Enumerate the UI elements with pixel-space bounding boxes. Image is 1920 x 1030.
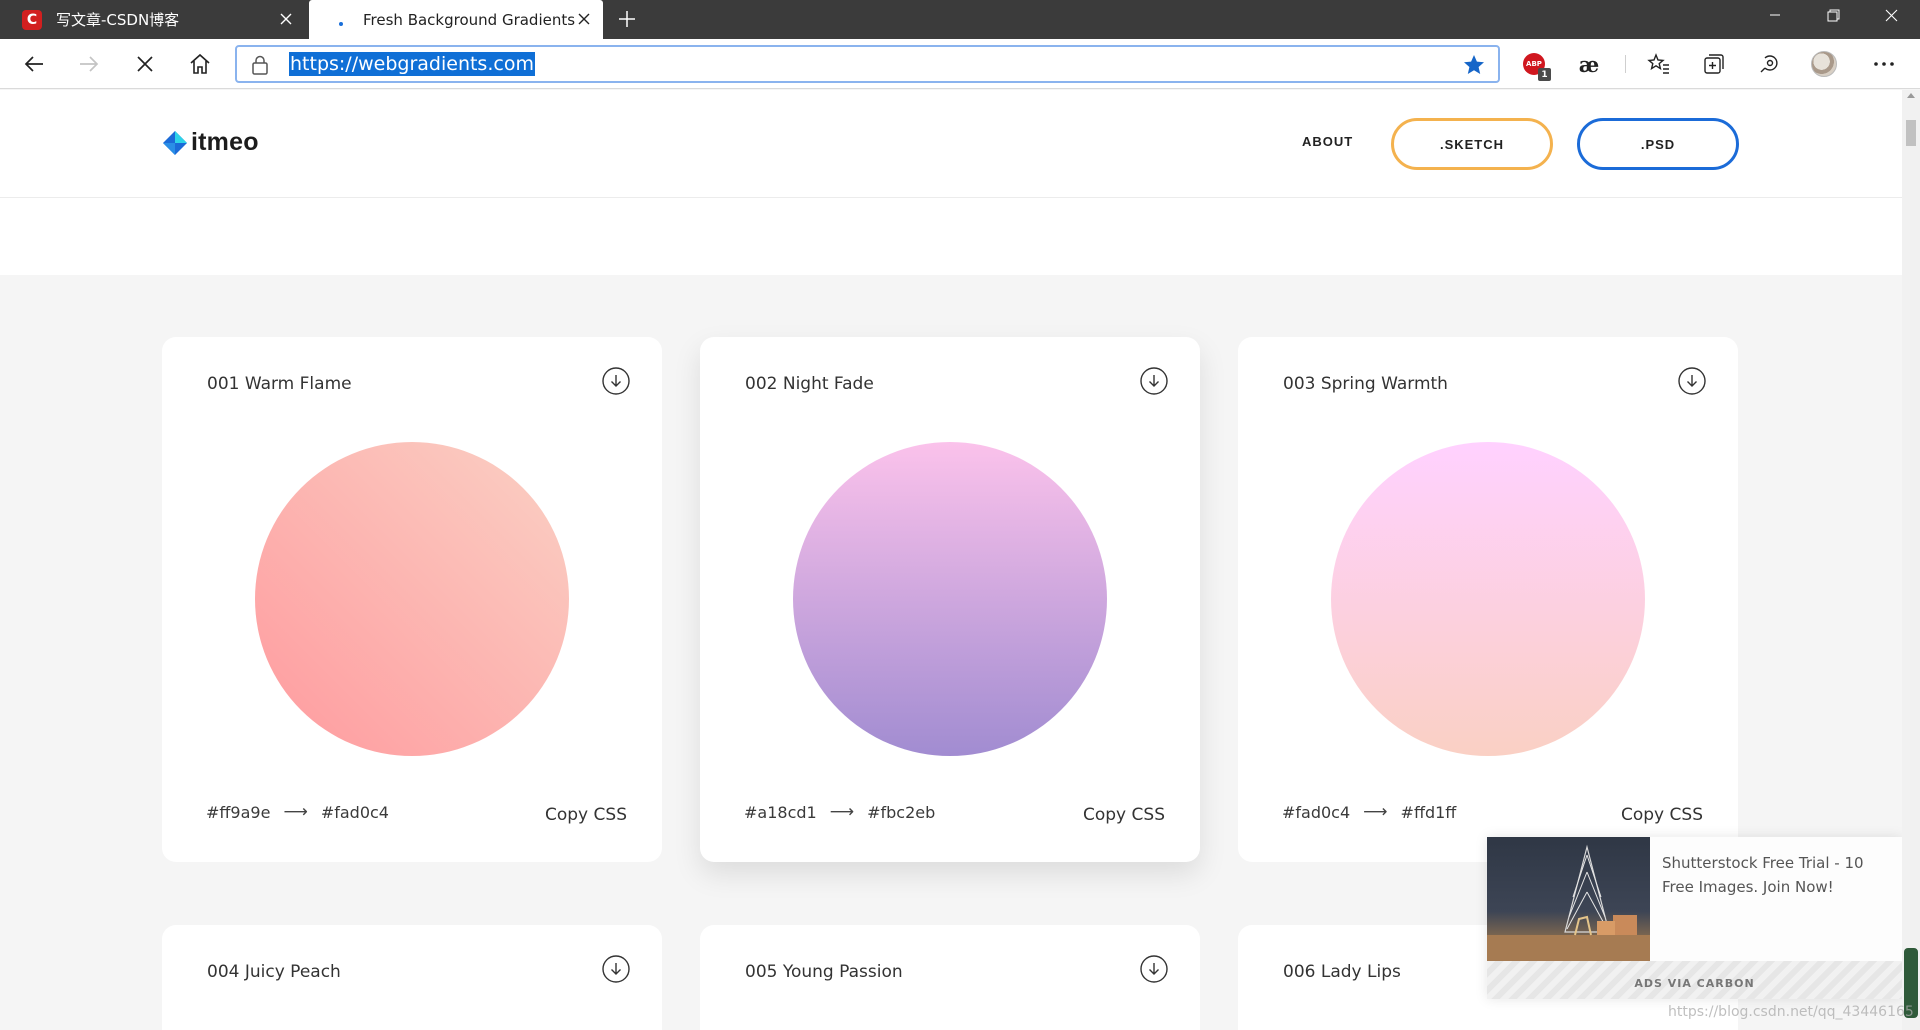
color-from[interactable]: #fad0c4 (1282, 803, 1350, 822)
gradient-name: 001 Warm Flame (207, 374, 352, 394)
sketch-download-button[interactable]: .SKETCH (1391, 118, 1553, 170)
ae-extension-icon[interactable]: æ (1575, 50, 1603, 78)
color-from[interactable]: #a18cd1 (744, 803, 817, 822)
arrow-right-icon: ⟶ (283, 802, 308, 822)
copy-css-button[interactable]: Copy CSS (1621, 805, 1703, 825)
toolbar-divider (1625, 55, 1626, 73)
tab-title: 写文章-CSDN博客 (56, 11, 180, 29)
avatar (1811, 51, 1837, 77)
csdn-favicon-icon: C (22, 9, 42, 30)
nav-about-link[interactable]: ABOUT (1302, 134, 1353, 149)
scroll-thumb[interactable] (1906, 120, 1916, 146)
tab-webgradients[interactable]: Fresh Background Gradients | We (309, 0, 603, 39)
download-icon[interactable] (1678, 367, 1706, 395)
profile-avatar[interactable] (1810, 50, 1838, 78)
color-to[interactable]: #fad0c4 (321, 803, 389, 822)
site-header: itmeo ABOUT .SKETCH .PSD (0, 90, 1902, 198)
gradient-name: 004 Juicy Peach (207, 962, 341, 982)
gradient-card: 004 Juicy Peach (162, 925, 662, 1030)
favorites-icon[interactable] (1645, 50, 1673, 78)
ad-text[interactable]: Shutterstock Free Trial - 10 Free Images… (1662, 851, 1882, 899)
site-logo[interactable]: itmeo (163, 128, 259, 157)
gradient-name: 003 Spring Warmth (1283, 374, 1448, 394)
carbon-ad[interactable]: Shutterstock Free Trial - 10 Free Images… (1487, 837, 1902, 999)
copy-css-button[interactable]: Copy CSS (1083, 805, 1165, 825)
loading-icon (331, 10, 351, 30)
favorite-star-icon[interactable] (1462, 53, 1486, 77)
stop-loading-icon[interactable] (129, 48, 161, 80)
color-stops: #a18cd1 ⟶ #fbc2eb (744, 802, 935, 822)
ad-image[interactable] (1487, 837, 1650, 961)
close-window-icon[interactable] (1868, 0, 1914, 30)
minimize-icon[interactable] (1752, 0, 1798, 30)
extension-badge: 1 (1538, 68, 1551, 81)
arrow-right-icon: ⟶ (1363, 802, 1388, 822)
logo-text: itmeo (191, 128, 259, 156)
abp-label: ABP (1526, 60, 1542, 68)
home-icon[interactable] (184, 48, 216, 80)
ads-via-carbon-link[interactable]: ADS VIA CARBON (1487, 977, 1902, 990)
forward-icon (73, 48, 105, 80)
restore-icon[interactable] (1810, 0, 1856, 30)
feedback-icon[interactable] (1755, 50, 1783, 78)
lock-icon[interactable] (251, 55, 269, 75)
color-to[interactable]: #ffd1ff (1401, 803, 1457, 822)
download-icon[interactable] (1140, 955, 1168, 983)
gradient-card: 002 Night Fade #a18cd1 ⟶ #fbc2eb Copy CS… (700, 337, 1200, 862)
color-stops: #ff9a9e ⟶ #fad0c4 (206, 802, 389, 822)
browser-toolbar: https://webgradients.com ABP 1 æ (0, 39, 1920, 89)
download-icon[interactable] (1140, 367, 1168, 395)
tab-close-icon[interactable] (277, 10, 295, 28)
tab-strip: C 写文章-CSDN博客 Fresh Background Gradients … (0, 0, 1920, 39)
arrow-right-icon: ⟶ (829, 802, 855, 822)
gradient-card: 005 Young Passion (700, 925, 1200, 1030)
tab-csdn[interactable]: C 写文章-CSDN博客 (0, 0, 305, 39)
gradient-name: 006 Lady Lips (1283, 962, 1401, 982)
gradient-name: 002 Night Fade (745, 374, 874, 394)
page-viewport: itmeo ABOUT .SKETCH .PSD 001 Warm Flame … (0, 90, 1902, 1030)
download-icon[interactable] (602, 367, 630, 395)
gradient-swatch[interactable] (1331, 442, 1645, 756)
ae-label: æ (1578, 51, 1600, 77)
diamond-logo-icon (163, 130, 187, 155)
more-menu-icon[interactable] (1870, 50, 1898, 78)
gradient-card: 003 Spring Warmth #fad0c4 ⟶ #ffd1ff Copy… (1238, 337, 1738, 862)
address-bar[interactable]: https://webgradients.com (235, 45, 1500, 83)
scroll-up-arrow-icon[interactable] (1907, 93, 1915, 98)
tab-title: Fresh Background Gradients | We (363, 10, 581, 29)
tab-close-icon[interactable] (575, 10, 593, 28)
back-icon[interactable] (18, 48, 50, 80)
watermark-text: https://blog.csdn.net/qq_43446165 (1668, 1004, 1914, 1020)
psd-download-button[interactable]: .PSD (1577, 118, 1739, 170)
abp-logo-icon: ABP 1 (1523, 53, 1551, 81)
download-icon[interactable] (602, 955, 630, 983)
collections-icon[interactable] (1700, 50, 1728, 78)
hero-band (0, 198, 1902, 275)
gradient-swatch[interactable] (793, 442, 1107, 756)
color-to[interactable]: #fbc2eb (867, 803, 935, 822)
color-stops: #fad0c4 ⟶ #ffd1ff (1282, 802, 1456, 822)
copy-css-button[interactable]: Copy CSS (545, 805, 627, 825)
gradient-name: 005 Young Passion (745, 962, 903, 982)
url-text[interactable]: https://webgradients.com (289, 52, 535, 76)
page-scrollbar[interactable] (1902, 90, 1920, 1030)
adblock-extension-icon[interactable]: ABP 1 (1520, 50, 1551, 81)
gradient-swatch[interactable] (255, 442, 569, 756)
new-tab-icon[interactable] (616, 8, 638, 30)
color-from[interactable]: #ff9a9e (206, 803, 270, 822)
gradient-card: 001 Warm Flame #ff9a9e ⟶ #fad0c4 Copy CS… (162, 337, 662, 862)
